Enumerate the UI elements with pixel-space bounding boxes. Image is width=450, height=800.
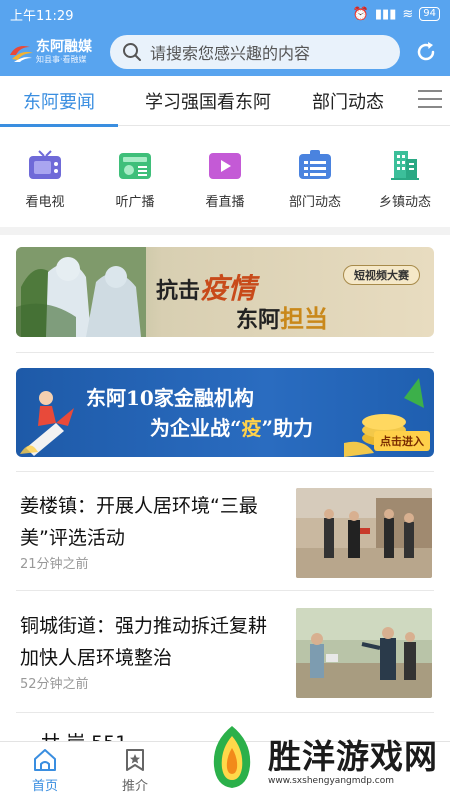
shortcut-label: 乡镇动态 [378,195,431,210]
signal-icon: ▮▮▮ [374,6,397,22]
divider [16,590,434,591]
news-time: 21分钟之前 [20,557,89,572]
app-logo[interactable]: 东阿融媒 知县事·看融媒 [8,39,108,65]
banner1-badge: 短视频大赛 [343,265,420,285]
menu-icon[interactable] [418,90,442,110]
news-title: 姜楼镇：开展人居环境“三最美”评选活动 [20,495,258,549]
nav-label: 推介 [121,779,148,794]
shortcut-label: 听广播 [115,195,155,210]
watermark-url: www.sxshengyangmdp.com [268,776,395,786]
banner-fight-epidemic[interactable]: 抗击疫情 东阿担当 短视频大赛 [16,247,434,337]
shortcut-label: 看电视 [25,195,65,210]
logo-mark-icon [10,46,33,62]
tab-department-news[interactable]: 部门动态 [298,76,398,126]
refresh-icon [417,42,435,61]
shortcut-radio[interactable]: 听广播 [90,127,180,227]
search-icon [123,43,141,61]
live-video-icon [209,153,241,179]
banner2-line2: 为企业战“疫”助力 [150,416,314,440]
bookmark-star-icon [126,749,144,771]
shortcut-label: 看直播 [205,195,245,210]
divider [16,471,434,472]
nav-home[interactable]: 首页 [0,742,90,800]
status-bar: 上午11:29 ⏰ ▮▮▮ ≋ 94 [0,0,450,28]
refresh-button[interactable] [412,38,440,66]
tv-icon [29,150,61,179]
nav-label: 首页 [31,779,58,794]
news-thumbnail [296,488,432,578]
nav-recommend[interactable]: 推介 [90,742,180,800]
app-header: 东阿融媒 知县事·看融媒 请搜索您感兴趣的内容 [0,28,450,76]
news-title: 铜城街道：强力推动拆迁复耕 加快人居环境整治 [20,615,268,669]
logo-name: 东阿融媒 [36,39,92,55]
category-tabs: 东阿要闻 学习强国看东阿 部门动态 [0,76,450,127]
banner1-line2: 东阿担当 [236,304,329,333]
home-icon [34,749,56,771]
shortcut-label: 部门动态 [288,195,341,210]
search-placeholder: 请搜索您感兴趣的内容 [150,44,311,63]
banner2-line1: 东阿10家金融机构 [86,386,254,410]
section-separator [0,227,450,235]
town-buildings-icon [391,151,419,180]
tab-donga-news[interactable]: 东阿要闻 [0,76,118,127]
watermark-logo-icon [213,726,251,788]
radio-icon [119,153,151,179]
news-thumbnail [296,608,432,698]
tab-xuexi-qiangguo[interactable]: 学习强国看东阿 [118,76,298,126]
news-item[interactable]: 姜楼镇：开展人居环境“三最美”评选活动 21分钟之前 [16,476,434,586]
shortcut-tv[interactable]: 看电视 [0,127,90,227]
alarm-icon: ⏰ [352,6,369,22]
divider [16,712,434,713]
shortcut-town[interactable]: 乡镇动态 [360,127,450,227]
shortcut-live[interactable]: 看直播 [180,127,270,227]
banner-finance-support[interactable]: 东阿10家金融机构 为企业战“疫”助力 点击进入 [16,368,434,457]
shortcut-grid: 看电视 听广播 看直播 部门动态 乡镇动态 [0,127,450,227]
divider [16,352,434,353]
banner-illustration [16,247,146,337]
battery-indicator: 94 [419,7,440,21]
department-icon [299,150,331,179]
news-item[interactable]: 铜城街道：强力推动拆迁复耕 加快人居环境整治 52分钟之前 [16,596,434,706]
watermark: 胜洋游戏网 www.sxshengyangmdp.com [198,718,450,800]
news-time: 52分钟之前 [20,677,89,692]
wifi-icon: ≋ [402,6,414,22]
shortcut-department[interactable]: 部门动态 [270,127,360,227]
status-time: 上午11:29 [10,8,74,24]
rocket-illustration [20,391,74,456]
logo-slogan: 知县事·看融媒 [36,55,87,64]
watermark-title: 胜洋游戏网 [268,737,438,776]
search-input[interactable]: 请搜索您感兴趣的内容 [110,35,400,69]
enter-button[interactable]: 点击进入 [374,431,430,451]
